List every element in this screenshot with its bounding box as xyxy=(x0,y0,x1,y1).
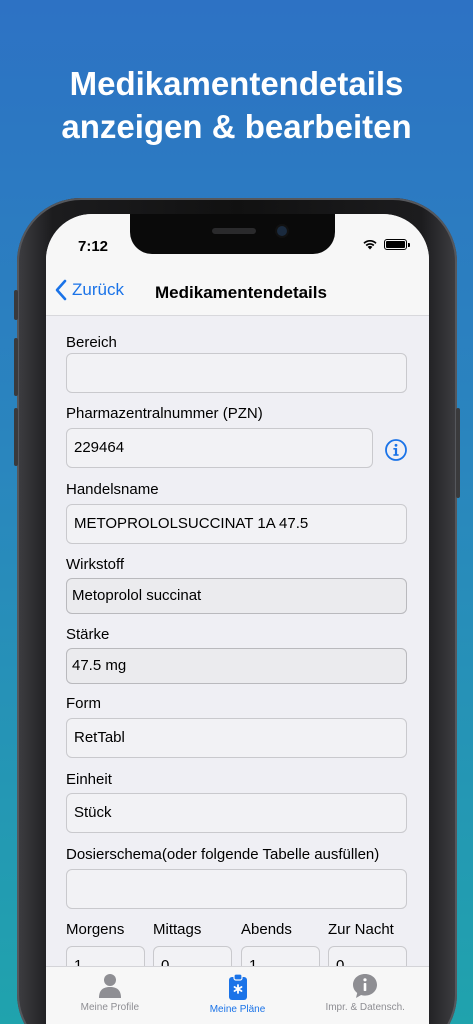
mute-switch xyxy=(14,290,18,320)
tab-bar: Meine Profile Meine Pläne Impr. & Datens… xyxy=(46,966,429,1024)
side-button xyxy=(456,408,460,498)
staerke-field[interactable]: 47.5 mg xyxy=(66,648,407,684)
tab-impressum-label: Impr. & Datensch. xyxy=(325,1002,405,1013)
wifi-icon xyxy=(363,239,377,250)
page-title: Medikamentendetails xyxy=(155,283,327,302)
chevron-left-icon xyxy=(55,279,67,301)
tab-meine-plaene[interactable]: Meine Pläne xyxy=(174,967,302,1024)
navigation-bar: Zurück Medikamentendetails xyxy=(46,270,429,316)
promo-title: Medikamentendetails anzeigen & bearbeite… xyxy=(0,62,473,148)
status-time: 7:12 xyxy=(78,238,109,255)
pzn-field[interactable]: 229464 xyxy=(66,428,373,468)
form-label: Form xyxy=(66,695,101,712)
handelsname-label: Handelsname xyxy=(66,481,159,498)
back-button[interactable]: Zurück xyxy=(54,279,124,301)
tab-meine-profile[interactable]: Meine Profile xyxy=(46,967,174,1024)
bereich-field[interactable] xyxy=(66,353,407,393)
status-bar: 7:12 xyxy=(46,214,429,270)
volume-up-button xyxy=(14,338,18,396)
volume-down-button xyxy=(14,408,18,466)
battery-icon xyxy=(384,238,410,250)
tab-meine-profile-label: Meine Profile xyxy=(80,1002,140,1013)
clipboard-icon xyxy=(228,973,247,1000)
morgens-field[interactable]: 1 xyxy=(66,946,145,966)
abends-field[interactable]: 1 xyxy=(241,946,320,966)
zur-nacht-label: Zur Nacht xyxy=(328,921,394,938)
promo-title-line1: Medikamentendetails xyxy=(69,65,404,102)
einheit-field[interactable]: Stück xyxy=(66,793,407,833)
abends-label: Abends xyxy=(241,921,292,938)
pzn-label: Pharmazentralnummer (PZN) xyxy=(66,405,263,422)
speaker-grille xyxy=(212,228,256,234)
einheit-label: Einheit xyxy=(66,771,112,788)
promo-title-line2: anzeigen & bearbeiten xyxy=(61,108,412,145)
wirkstoff-field[interactable]: Metoprolol succinat xyxy=(66,578,407,614)
phone-screen: 7:12 Zurück Medikamentendetails Bereich … xyxy=(46,214,429,1024)
person-icon xyxy=(98,974,121,998)
phone-frame: 7:12 Zurück Medikamentendetails Bereich … xyxy=(14,198,460,1024)
mittags-label: Mittags xyxy=(153,921,202,938)
staerke-label: Stärke xyxy=(66,626,110,643)
wirkstoff-label: Wirkstoff xyxy=(66,556,125,573)
front-camera xyxy=(277,226,287,236)
bereich-label: Bereich xyxy=(66,334,117,351)
info-circle-icon xyxy=(353,974,378,998)
zur-nacht-field[interactable]: 0 xyxy=(328,946,407,966)
tab-impressum[interactable]: Impr. & Datensch. xyxy=(301,967,429,1024)
status-icons xyxy=(362,238,410,250)
dosierschema-field[interactable] xyxy=(66,869,407,909)
notch xyxy=(130,214,335,254)
dosierschema-label: Dosierschema(oder folgende Tabelle ausfü… xyxy=(66,846,380,863)
handelsname-field[interactable]: METOPROLOLSUCCINAT 1A 47.5 xyxy=(66,504,407,544)
back-button-label: Zurück xyxy=(72,280,124,299)
morgens-label: Morgens xyxy=(66,921,125,938)
form-field[interactable]: RetTabl xyxy=(66,718,407,758)
info-icon[interactable] xyxy=(384,438,408,462)
tab-meine-plaene-label: Meine Pläne xyxy=(209,1004,266,1015)
mittags-field[interactable]: 0 xyxy=(153,946,232,966)
medication-form: Bereich Pharmazentralnummer (PZN) 229464… xyxy=(46,316,429,966)
